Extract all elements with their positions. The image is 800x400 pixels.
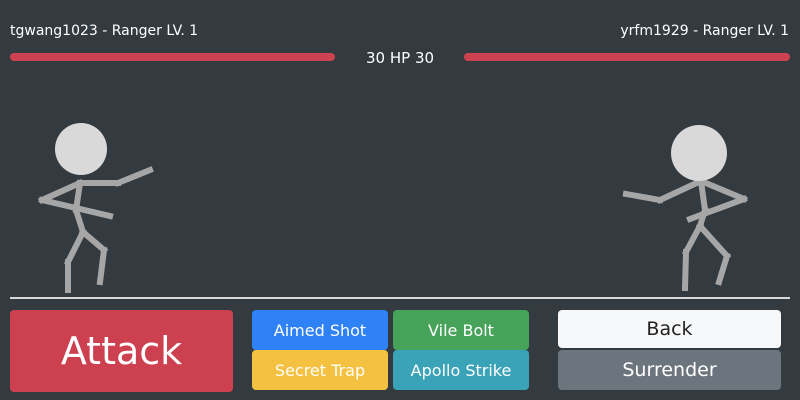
player-1-stick-figure: [38, 123, 154, 293]
player-1-head: [55, 123, 107, 175]
secret-trap-button[interactable]: Secret Trap: [252, 350, 388, 390]
aimed-shot-button[interactable]: Aimed Shot: [252, 310, 388, 350]
apollo-strike-button[interactable]: Apollo Strike: [393, 350, 529, 390]
player-2-stick-figure: [622, 125, 748, 292]
ground-line: [10, 297, 790, 299]
attack-button[interactable]: Attack: [10, 310, 233, 392]
vile-bolt-button[interactable]: Vile Bolt: [393, 310, 529, 350]
player-1-body: [38, 166, 154, 293]
player-2-body: [622, 177, 748, 292]
player-2-head: [671, 125, 727, 181]
surrender-button[interactable]: Surrender: [558, 350, 781, 390]
back-button[interactable]: Back: [558, 310, 781, 348]
battle-stage: [38, 123, 748, 293]
